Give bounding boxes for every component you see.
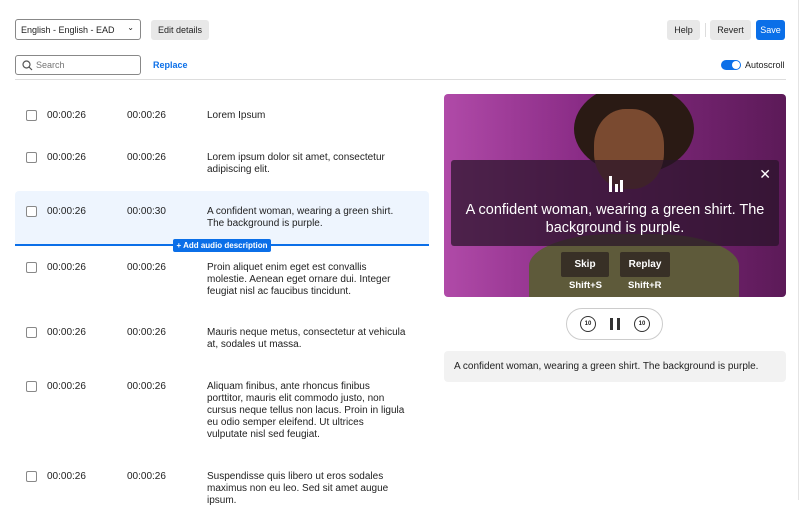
description[interactable]: Suspendisse quis libero ut eros sodales … [207, 471, 407, 507]
description[interactable]: Aliquam finibus, ante rhoncus finibus po… [207, 381, 407, 441]
end-time: 00:00:26 [127, 110, 166, 121]
description[interactable]: Lorem Ipsum [207, 110, 407, 122]
description[interactable]: Proin aliquet enim eget est convallis mo… [207, 262, 407, 298]
search-icon [22, 60, 33, 71]
search-field[interactable] [15, 55, 141, 75]
header-divider [15, 79, 786, 80]
audio-bars-icon [609, 176, 623, 192]
end-time: 00:00:26 [127, 471, 166, 482]
playback-controls: 10 10 [566, 308, 663, 340]
end-time: 00:00:30 [127, 206, 166, 217]
toolbar-divider [705, 23, 706, 37]
chevron-down-icon: ⌄ [127, 23, 134, 32]
row-checkbox[interactable] [26, 206, 37, 217]
rewind-10-icon[interactable]: 10 [580, 316, 596, 332]
skip-button[interactable]: Skip [561, 252, 609, 277]
start-time: 00:00:26 [47, 471, 86, 482]
autoscroll-label: Autoscroll [745, 60, 785, 70]
row-checkbox[interactable] [26, 110, 37, 121]
row-checkbox[interactable] [26, 262, 37, 273]
panel-border [798, 0, 799, 500]
start-time: 00:00:26 [47, 152, 86, 163]
row-checkbox[interactable] [26, 152, 37, 163]
row-checkbox[interactable] [26, 471, 37, 482]
end-time: 00:00:26 [127, 381, 166, 392]
revert-button[interactable]: Revert [710, 20, 751, 40]
start-time: 00:00:26 [47, 110, 86, 121]
language-select[interactable]: English - English - EAD ⌄ [15, 19, 141, 40]
autoscroll-toggle[interactable] [721, 60, 741, 70]
start-time: 00:00:26 [47, 206, 86, 217]
caption-text: A confident woman, wearing a green shirt… [454, 361, 759, 372]
replace-link[interactable]: Replace [153, 60, 188, 70]
language-select-value: English - English - EAD [21, 24, 115, 35]
search-input[interactable] [36, 58, 136, 72]
description[interactable]: Lorem ipsum dolor sit amet, consectetur … [207, 152, 407, 176]
pause-icon[interactable] [610, 318, 620, 330]
start-time: 00:00:26 [47, 262, 86, 273]
overlay-text: A confident woman, wearing a green shirt… [465, 202, 765, 236]
forward-10-icon[interactable]: 10 [634, 316, 650, 332]
row-checkbox[interactable] [26, 327, 37, 338]
help-button[interactable]: Help [667, 20, 700, 40]
audio-description-overlay: ✕ A confident woman, wearing a green shi… [451, 160, 779, 246]
add-audio-description-button[interactable]: + Add audio description [173, 239, 271, 252]
edit-details-button[interactable]: Edit details [151, 20, 209, 40]
description[interactable]: Mauris neque metus, consectetur at vehic… [207, 327, 407, 351]
caption-box: A confident woman, wearing a green shirt… [444, 351, 786, 382]
save-button[interactable]: Save [756, 20, 785, 40]
skip-shortcut: Shift+S [569, 280, 602, 291]
close-icon[interactable]: ✕ [759, 166, 771, 183]
start-time: 00:00:26 [47, 327, 86, 338]
replay-button[interactable]: Replay [620, 252, 670, 277]
row-checkbox[interactable] [26, 381, 37, 392]
end-time: 00:00:26 [127, 327, 166, 338]
end-time: 00:00:26 [127, 152, 166, 163]
replay-shortcut: Shift+R [628, 280, 662, 291]
description[interactable]: A confident woman, wearing a green shirt… [207, 206, 407, 230]
start-time: 00:00:26 [47, 381, 86, 392]
end-time: 00:00:26 [127, 262, 166, 273]
